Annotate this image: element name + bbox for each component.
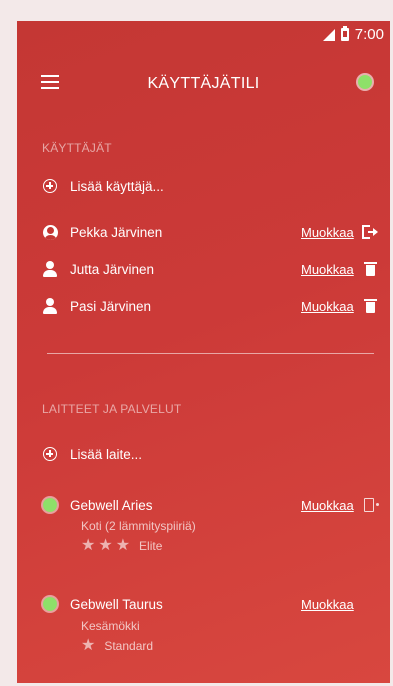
app-bar: KÄYTTÄJÄTILI [17,47,390,113]
add-user-button[interactable]: Lisää käyttäjä... [42,174,390,198]
user-row: Jutta Järvinen Muokkaa [42,257,390,281]
edit-device-link[interactable]: Muokkaa [301,597,354,612]
edit-user-link[interactable]: Muokkaa [301,225,354,240]
add-device-button[interactable]: Lisää laite... [42,442,390,466]
status-bar: 7:00 [17,21,390,47]
devices-section-header: LAITTEET JA PALVELUT [42,402,182,416]
add-user-label: Lisää käyttäjä... [70,178,164,194]
device-tier: Elite [139,539,163,553]
star-icon: ★ [81,637,96,654]
star-icon: ★ [98,537,113,554]
device-rating: ★ ★ ★ Elite [81,538,162,554]
user-row: Pekka Järvinen Muokkaa [42,220,390,244]
logout-icon[interactable] [362,224,378,240]
device-rating: ★ Standard [81,638,153,654]
page-title: KÄYTTÄJÄTILI [147,75,260,92]
account-circle-icon [42,224,58,240]
device-name: Gebwell Taurus [70,596,163,612]
device-status-icon [43,498,57,512]
person-icon [43,261,57,277]
edit-user-link[interactable]: Muokkaa [301,262,354,277]
add-circle-icon [43,179,57,193]
device-tier: Standard [104,639,154,653]
add-circle-icon [43,447,57,461]
user-name: Jutta Järvinen [70,261,155,277]
star-icon: ★ [115,537,131,554]
trash-icon[interactable] [362,298,378,314]
users-section-header: KÄYTTÄJÄT [42,141,112,155]
device-icon[interactable] [362,497,379,513]
trash-icon[interactable] [362,261,378,277]
device-location: Koti (2 lämmityspiiriä) [81,519,196,533]
connection-status-icon[interactable] [358,75,372,89]
device-location: Kesämökki [81,619,140,633]
device-row: Gebwell Taurus Muokkaa [42,592,390,616]
add-device-label: Lisää laite... [70,446,143,462]
device-name: Gebwell Aries [70,497,153,513]
star-icon: ★ [81,537,96,554]
signal-icon [322,28,335,41]
device-row: Gebwell Aries Muokkaa [42,493,390,517]
person-icon [43,298,57,314]
app-screen: 7:00 KÄYTTÄJÄTILI KÄYTTÄJÄT Lisää käyttä… [17,21,390,683]
device-status-icon [43,597,57,611]
edit-device-link[interactable]: Muokkaa [301,498,354,513]
user-name: Pekka Järvinen [70,224,163,240]
user-name: Pasi Järvinen [70,298,152,314]
edit-user-link[interactable]: Muokkaa [301,299,354,314]
battery-icon [340,26,349,41]
user-row: Pasi Järvinen Muokkaa [42,294,390,318]
status-time: 7:00 [354,26,384,43]
section-divider [47,353,374,354]
